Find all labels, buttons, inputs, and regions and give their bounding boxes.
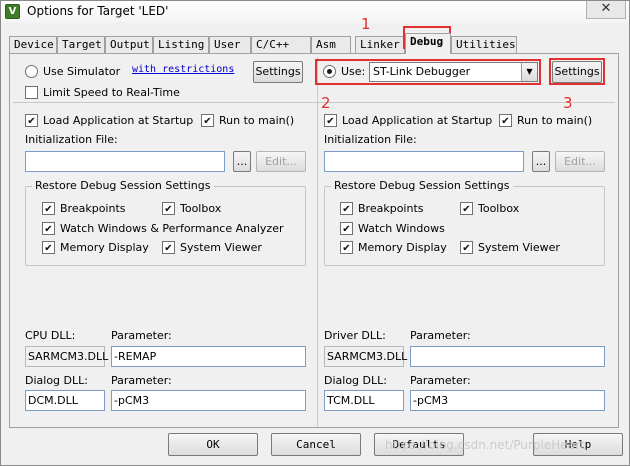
options-dialog: V Options for Target 'LED' ✕ Device Targ…: [0, 0, 630, 466]
right-restore-settings-title: Restore Debug Session Settings: [331, 179, 513, 192]
right-system-viewer-checkbox[interactable]: [460, 241, 473, 254]
cancel-button[interactable]: Cancel: [271, 433, 361, 456]
tab-user[interactable]: User: [209, 36, 251, 53]
annotation-number-1: 1: [361, 15, 371, 33]
window-title: Options for Target 'LED': [27, 4, 169, 18]
right-dialog-param-field[interactable]: -pCM3: [410, 390, 605, 411]
cpu-param-label: Parameter:: [111, 329, 172, 342]
limit-speed-label: Limit Speed to Real-Time: [43, 86, 180, 99]
right-breakpoints-checkbox[interactable]: [340, 202, 353, 215]
dialog-dll-label: Dialog DLL:: [25, 374, 88, 387]
right-watch-windows-checkbox[interactable]: [340, 222, 353, 235]
right-init-file-edit-button[interactable]: Edit...: [555, 151, 605, 172]
right-toolbox-checkbox[interactable]: [460, 202, 473, 215]
driver-param-field[interactable]: [410, 346, 605, 367]
right-watch-windows-label: Watch Windows: [358, 222, 445, 235]
breakpoints-checkbox[interactable]: [42, 202, 55, 215]
ok-button[interactable]: OK: [168, 433, 258, 456]
breakpoints-label: Breakpoints: [60, 202, 126, 215]
cpu-dll-label: CPU DLL:: [25, 329, 76, 342]
right-load-app-checkbox[interactable]: [324, 114, 337, 127]
use-simulator-radio[interactable]: [25, 65, 38, 78]
tab-output[interactable]: Output: [105, 36, 153, 53]
memory-display-checkbox[interactable]: [42, 241, 55, 254]
watermark: https://blog.csdn.net/PurpleHeart: [385, 438, 585, 452]
tab-listing[interactable]: Listing: [153, 36, 209, 53]
watch-windows-checkbox[interactable]: [42, 222, 55, 235]
right-memory-display-label: Memory Display: [358, 241, 447, 254]
init-file-input[interactable]: [25, 151, 225, 172]
tab-linker[interactable]: Linker: [355, 36, 405, 53]
init-file-browse-button[interactable]: ...: [233, 151, 251, 172]
settings-highlight: [549, 58, 605, 85]
debugger-select-highlight: [315, 59, 541, 85]
driver-dll-field[interactable]: SARMCM3.DLL: [324, 346, 407, 367]
right-init-file-browse-button[interactable]: ...: [532, 151, 550, 172]
run-to-main-checkbox[interactable]: [201, 114, 214, 127]
horizontal-divider: [13, 102, 615, 103]
right-run-to-main-checkbox[interactable]: [499, 114, 512, 127]
cpu-dll-field[interactable]: SARMCM3.DLL: [25, 346, 108, 367]
driver-dll-label: Driver DLL:: [324, 329, 386, 342]
dialog-param-field[interactable]: -pCM3: [111, 390, 306, 411]
tab-debug[interactable]: Debug: [405, 33, 451, 54]
right-system-viewer-label: System Viewer: [478, 241, 560, 254]
simulator-settings-button[interactable]: Settings: [253, 61, 303, 83]
right-load-app-label: Load Application at Startup: [342, 114, 493, 127]
load-app-checkbox[interactable]: [25, 114, 38, 127]
system-viewer-label: System Viewer: [180, 241, 262, 254]
right-dialog-dll-field[interactable]: TCM.DLL: [324, 390, 404, 411]
dialog-dll-field[interactable]: DCM.DLL: [25, 390, 105, 411]
right-dialog-dll-label: Dialog DLL:: [324, 374, 387, 387]
with-restrictions-link[interactable]: with restrictions: [132, 64, 234, 75]
limit-speed-checkbox[interactable]: [25, 86, 38, 99]
memory-display-label: Memory Display: [60, 241, 149, 254]
toolbox-label: Toolbox: [180, 202, 222, 215]
tab-c-cpp[interactable]: C/C++: [251, 36, 311, 53]
right-init-file-label: Initialization File:: [324, 133, 417, 146]
system-viewer-checkbox[interactable]: [162, 241, 175, 254]
tab-target[interactable]: Target: [57, 36, 105, 53]
tab-asm[interactable]: Asm: [311, 36, 351, 53]
use-simulator-label: Use Simulator: [43, 65, 121, 78]
cpu-param-field[interactable]: -REMAP: [111, 346, 306, 367]
annotation-number-3: 3: [563, 94, 573, 112]
init-file-label: Initialization File:: [25, 133, 118, 146]
title-bar: V Options for Target 'LED' ✕: [1, 1, 629, 23]
right-memory-display-checkbox[interactable]: [340, 241, 353, 254]
tab-utilities[interactable]: Utilities: [451, 36, 517, 53]
right-toolbox-label: Toolbox: [478, 202, 520, 215]
toolbox-checkbox[interactable]: [162, 202, 175, 215]
right-dialog-param-label: Parameter:: [410, 374, 471, 387]
restore-settings-title: Restore Debug Session Settings: [32, 179, 214, 192]
annotation-number-2: 2: [321, 94, 331, 112]
right-breakpoints-label: Breakpoints: [358, 202, 424, 215]
panel-divider: [317, 57, 318, 427]
tab-strip: Device Target Output Listing User C/C++ …: [9, 33, 619, 54]
tab-device[interactable]: Device: [9, 36, 57, 53]
driver-param-label: Parameter:: [410, 329, 471, 342]
watch-windows-label: Watch Windows & Performance Analyzer: [60, 222, 284, 235]
right-init-file-input[interactable]: [324, 151, 524, 172]
close-icon[interactable]: ✕: [586, 1, 626, 19]
run-to-main-label: Run to main(): [219, 114, 295, 127]
dialog-param-label: Parameter:: [111, 374, 172, 387]
load-app-label: Load Application at Startup: [43, 114, 194, 127]
init-file-edit-button[interactable]: Edit...: [256, 151, 306, 172]
keil-app-icon: V: [5, 4, 20, 19]
right-run-to-main-label: Run to main(): [517, 114, 593, 127]
